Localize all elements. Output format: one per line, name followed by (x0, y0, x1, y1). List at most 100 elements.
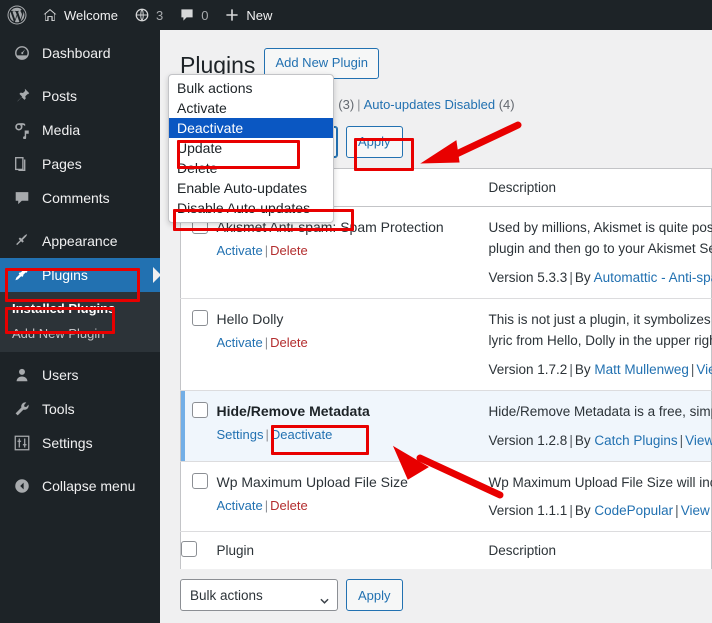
row-checkbox[interactable] (192, 472, 208, 489)
users-icon (12, 365, 32, 385)
plugin-version: Version 5.3.3 (488, 269, 568, 285)
row-actions: Settings | Deactivate (217, 427, 489, 442)
filter-autoupdates-disabled[interactable]: Auto-updates Disabled (4) (364, 97, 515, 112)
dropdown-option-deactivate[interactable]: Deactivate (169, 118, 333, 138)
table-footer-row: Plugin Description (180, 531, 712, 570)
settings-icon (12, 433, 32, 453)
sidebar-item-users[interactable]: Users (0, 358, 160, 392)
collapse-icon (12, 476, 32, 496)
plugin-description-cell: Used by millions, Akismet is quite poss … (488, 206, 712, 299)
dropdown-option-bulk-actions[interactable]: Bulk actions (169, 78, 333, 98)
plugin-meta: Version 5.3.3 | By Automattic - Anti-spa (489, 270, 712, 285)
description-line-1: Used by millions, Akismet is quite poss (488, 219, 712, 235)
activate-link[interactable]: Activate (217, 243, 263, 258)
view-details-link[interactable]: View d (681, 503, 712, 518)
sidebar-item-label: Appearance (42, 233, 118, 249)
plugins-table-body: Akismet Anti-spam: Spam Protection Activ… (180, 206, 712, 533)
sidebar-item-pages[interactable]: Pages (0, 147, 160, 181)
sidebar-item-plugins[interactable]: Plugins (0, 258, 161, 292)
filter-autoupdates-disabled-count: (4) (498, 96, 515, 112)
meta-separator: | (569, 361, 573, 377)
sidebar-item-settings[interactable]: Settings (0, 426, 160, 460)
plugin-description-cell: This is not just a plugin, it symbolizes… (488, 298, 712, 391)
activate-link[interactable]: Activate (217, 335, 263, 350)
plugin-meta: Version 1.2.8|By Catch Plugins|View d (489, 433, 712, 448)
site-name-menu[interactable]: Welcome (34, 0, 126, 30)
dropdown-option-enable-auto-updates[interactable]: Enable Auto-updates (169, 178, 333, 198)
plugins-table: Plugin Description Akismet Anti-spam: Sp… (180, 167, 712, 570)
dropdown-option-activate[interactable]: Activate (169, 98, 333, 118)
row-actions: Activate | Delete (217, 498, 489, 513)
table-row[interactable]: Hello Dolly Activate | Delete This is not … (180, 298, 712, 391)
sidebar-item-comments[interactable]: Comments (0, 181, 160, 215)
description-line-1: This is not just a plugin, it symbolizes… (488, 311, 712, 327)
sidebar-item-tools[interactable]: Tools (0, 392, 160, 426)
home-icon (42, 7, 58, 23)
column-footer-plugin: Plugin (216, 531, 489, 570)
row-checkbox-cell (180, 298, 217, 391)
table-row[interactable]: Wp Maximum Upload File Size Activate | Del… (180, 461, 712, 533)
bulk-actions-select-bottom[interactable]: Bulk actions (180, 579, 338, 612)
author-prefix: By (574, 432, 591, 448)
updates-count: 3 (155, 7, 164, 23)
plugin-meta: Version 1.1.1|By CodePopular|View d (489, 503, 712, 518)
select-all-checkbox-bottom[interactable] (181, 541, 197, 558)
sidebar-item-appearance[interactable]: Appearance (0, 224, 160, 258)
plugin-author-link[interactable]: Catch Plugins (594, 433, 677, 448)
apply-button-top[interactable]: Apply (346, 125, 403, 158)
comment-bubble-icon (179, 7, 195, 23)
dropdown-option-disable-auto-updates[interactable]: Disable Auto-updates (169, 198, 333, 218)
description-line-1: Wp Maximum Upload File Size will incr (488, 474, 712, 490)
dropdown-option-update[interactable]: Update (169, 138, 333, 158)
updates-menu[interactable]: 3 (126, 0, 171, 30)
comments-menu[interactable]: 0 (171, 0, 216, 30)
activate-link[interactable]: Activate (217, 498, 263, 513)
sidebar-item-media[interactable]: Media (0, 113, 160, 147)
row-actions: Activate | Delete (217, 243, 489, 258)
description-line-1: Hide/Remove Metadata is a free, simpl (488, 403, 712, 419)
sidebar-item-label: Comments (42, 190, 110, 206)
delete-link[interactable]: Delete (270, 243, 308, 258)
sidebar-item-installed-plugins[interactable]: Installed Plugins (0, 296, 160, 321)
column-footer-description: Description (488, 531, 712, 570)
admin-sidebar: Dashboard Posts Media Pages Comments App… (0, 30, 161, 623)
bulk-actions-selected-value: Bulk actions (190, 587, 263, 603)
plugin-name-cell: Hide/Remove Metadata Settings | Deactivate (216, 390, 489, 462)
chevron-down-icon (320, 592, 329, 605)
view-details-link[interactable]: View d (685, 433, 712, 448)
meta-separator: | (569, 432, 573, 448)
row-checkbox-cell (180, 461, 217, 533)
filter-inactive-count: (3) (338, 96, 355, 112)
delete-link[interactable]: Delete (270, 335, 308, 350)
delete-link[interactable]: Delete (270, 498, 308, 513)
plugins-icon (12, 265, 32, 285)
description-line-2: plugin and then go to your Akismet Se (488, 240, 712, 256)
sidebar-item-dashboard[interactable]: Dashboard (0, 36, 160, 70)
submenu-item-label: Installed Plugins (12, 301, 116, 316)
new-content-menu[interactable]: New (216, 0, 280, 30)
row-checkbox[interactable] (192, 401, 208, 418)
new-content-label: New (246, 7, 273, 23)
apply-button-bottom[interactable]: Apply (346, 579, 403, 612)
dropdown-option-delete[interactable]: Delete (169, 158, 333, 178)
filter-autoupdates-disabled-link[interactable]: Auto-updates Disabled (364, 97, 496, 112)
sidebar-item-collapse-menu[interactable]: Collapse menu (0, 469, 160, 503)
settings-link[interactable]: Settings (217, 427, 264, 442)
wp-logo-button[interactable] (0, 0, 34, 30)
sidebar-item-label: Plugins (42, 267, 88, 283)
plugin-author-link[interactable]: Matt Mullenweg (594, 362, 689, 377)
plugin-author-link[interactable]: Automattic - Anti-spa (594, 270, 712, 285)
plugin-author-link[interactable]: CodePopular (594, 503, 673, 518)
row-checkbox[interactable] (192, 309, 208, 326)
table-row[interactable]: Hide/Remove Metadata Settings | Deactivate… (180, 390, 712, 462)
plugin-title: Wp Maximum Upload File Size (216, 473, 408, 490)
pin-icon (12, 86, 32, 106)
deactivate-link[interactable]: Deactivate (271, 427, 332, 442)
bulk-actions-dropdown-list[interactable]: Bulk actions Activate Deactivate Update … (168, 74, 334, 223)
view-details-link[interactable]: Vie (696, 362, 712, 377)
sidebar-item-label: Media (42, 122, 81, 138)
author-prefix: By (574, 269, 591, 285)
sidebar-item-add-new-plugin[interactable]: Add New Plugin (0, 321, 160, 346)
sidebar-item-posts[interactable]: Posts (0, 79, 160, 113)
plugins-table-foot: Plugin Description (180, 531, 712, 570)
